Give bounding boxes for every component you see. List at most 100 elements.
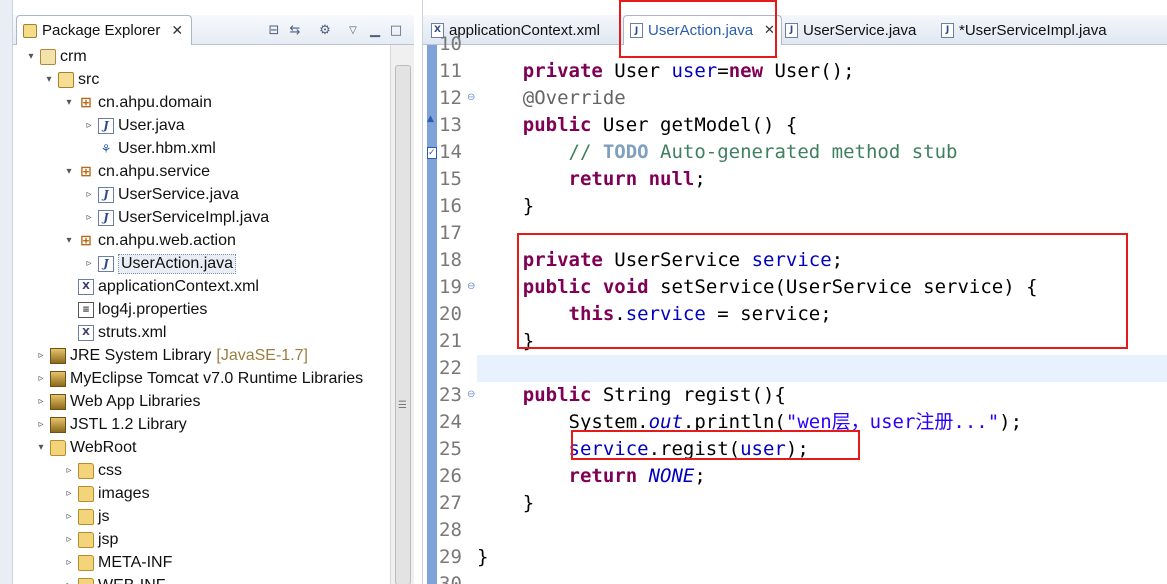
- project-icon: [40, 48, 56, 65]
- task-marker-icon[interactable]: ✓: [427, 147, 437, 159]
- fold-toggle-icon[interactable]: ⊖: [467, 92, 475, 103]
- fold-toggle-icon[interactable]: ⊖: [467, 389, 475, 400]
- tree-item[interactable]: ▹ J User.java: [83, 114, 185, 137]
- maximize-icon[interactable]: □: [386, 20, 406, 40]
- tree-item[interactable]: ▹ css: [63, 459, 122, 482]
- collapse-arrow-icon[interactable]: ▾: [63, 235, 75, 246]
- code-token: System.: [477, 411, 649, 433]
- close-icon[interactable]: ✕: [171, 23, 183, 39]
- code-token: public: [522, 114, 592, 136]
- tree-item[interactable]: ▾ WebRoot: [35, 436, 136, 459]
- expand-arrow-icon[interactable]: ▹: [63, 465, 75, 476]
- editor-tab-label: applicationContext.xml: [449, 21, 600, 39]
- scrollbar-thumb[interactable]: [395, 65, 411, 584]
- java-file-icon: J: [98, 186, 114, 203]
- tab-package-explorer[interactable]: Package Explorer ✕: [16, 15, 193, 45]
- tree-item[interactable]: ▹ WEB-INF: [63, 574, 166, 584]
- expand-arrow-icon[interactable]: ▹: [83, 258, 95, 269]
- tree-item[interactable]: ⚘ User.hbm.xml: [83, 137, 216, 160]
- folder-icon: [78, 531, 94, 548]
- tree-item-label: UserServiceImpl.java: [118, 208, 270, 226]
- line-number-ruler: 10 11 12 13 14 15 16 17 18 19 20 21 22 23 24 25 26 27 28 29…: [437, 33, 477, 584]
- code-token: setService(UserService service) {: [648, 276, 1038, 298]
- library-icon: [50, 416, 66, 433]
- expand-arrow-icon[interactable]: ▹: [83, 120, 95, 131]
- line-number: 15: [439, 168, 462, 190]
- collapse-arrow-icon[interactable]: ▾: [63, 166, 75, 177]
- editor-tab[interactable]: J *UserServiceImpl.java: [935, 15, 1113, 45]
- tree-item[interactable]: ▹ J UserServiceImpl.java: [83, 206, 269, 229]
- fold-toggle-icon[interactable]: ⊖: [467, 281, 475, 292]
- tree-item[interactable]: Xstruts.xml: [63, 321, 166, 344]
- collapse-arrow-icon[interactable]: ▾: [25, 51, 37, 62]
- expand-arrow-icon[interactable]: ▹: [35, 373, 47, 384]
- expand-arrow-icon[interactable]: ▹: [83, 212, 95, 223]
- code-line: }: [477, 328, 534, 355]
- collapse-arrow-icon[interactable]: ▾: [63, 97, 75, 108]
- tree-item[interactable]: ▹ JSTL 1.2 Library: [35, 413, 187, 436]
- filter-icon[interactable]: ⚙: [315, 20, 335, 40]
- tree-item[interactable]: ▾ src: [43, 68, 99, 91]
- override-marker-icon[interactable]: ▲: [427, 114, 437, 126]
- code-token: User();: [763, 60, 855, 82]
- code-token: ;: [831, 249, 844, 271]
- tree-item-label: META-INF: [98, 553, 173, 571]
- link-with-editor-icon[interactable]: ⇆: [285, 20, 305, 40]
- expand-arrow-icon[interactable]: ▹: [63, 488, 75, 499]
- package-explorer-panel: Package Explorer ✕ ⊟ ⇆ ⚙ ▽ ▁ □ ▾ crm ▾ src ▾…: [0, 0, 414, 584]
- explorer-scrollbar[interactable]: ☰: [390, 45, 414, 584]
- tree-item-label: images: [98, 484, 150, 502]
- expand-arrow-icon[interactable]: ▹: [63, 580, 75, 584]
- tree-item-label: MyEclipse Tomcat v7.0 Runtime Libraries: [70, 369, 364, 387]
- collapse-arrow-icon[interactable]: ▾: [35, 442, 47, 453]
- code-line: System.out.println("wen层，user注册...");: [477, 409, 1023, 436]
- tree-item[interactable]: ▹ images: [63, 482, 150, 505]
- expand-arrow-icon[interactable]: ▹: [63, 511, 75, 522]
- expand-arrow-icon[interactable]: ▹: [35, 396, 47, 407]
- expand-arrow-icon[interactable]: ▹: [63, 534, 75, 545]
- collapse-all-icon[interactable]: ⊟: [264, 20, 284, 40]
- expand-arrow-icon[interactable]: ▹: [35, 419, 47, 430]
- code-token: }: [477, 330, 535, 352]
- folder-icon: [50, 439, 66, 456]
- code-token: = service;: [705, 303, 832, 325]
- tree-item[interactable]: ▹ J UserService.java: [83, 183, 239, 206]
- tree-item[interactable]: ▹ JRE System Library [JavaSE-1.7]: [35, 344, 308, 367]
- expand-arrow-icon[interactable]: ▹: [35, 350, 47, 361]
- tree-item[interactable]: ≡ log4j.properties: [63, 298, 207, 321]
- tree-item[interactable]: ▹ MyEclipse Tomcat v7.0 Runtime Libraries: [35, 367, 363, 390]
- line-number: 18: [439, 249, 462, 271]
- code-token: Auto-generated method stub: [648, 141, 958, 163]
- tree-item[interactable]: ▹ J UserAction.java: [83, 252, 237, 275]
- tree-item[interactable]: ▹ jsp: [63, 528, 118, 551]
- tree-item[interactable]: ▹ js: [63, 505, 110, 528]
- view-menu-icon[interactable]: ▽: [343, 20, 363, 40]
- close-icon[interactable]: ✕: [764, 23, 775, 38]
- code-token: ;: [694, 168, 706, 190]
- tree-item[interactable]: XapplicationContext.xml: [63, 275, 259, 298]
- tree-item[interactable]: ▾ ⊞ cn.ahpu.web.action: [63, 229, 235, 252]
- tree-item[interactable]: ▾ crm: [25, 45, 87, 68]
- tree-item[interactable]: ▹ META-INF: [63, 551, 172, 574]
- tree-item[interactable]: ▹ Web App Libraries: [35, 390, 200, 413]
- expand-arrow-icon[interactable]: ▹: [83, 189, 95, 200]
- collapse-arrow-icon[interactable]: ▾: [43, 74, 55, 85]
- tree-item[interactable]: ▾ ⊞ cn.ahpu.service: [63, 160, 210, 183]
- java-file-icon: J: [785, 22, 798, 38]
- package-explorer-title: Package Explorer: [42, 22, 161, 39]
- code-line: this.service = service;: [477, 301, 832, 328]
- left-trim-strip: [0, 0, 13, 584]
- editor-tab[interactable]: J UserAction.java ✕: [623, 15, 782, 45]
- editor-tab[interactable]: J UserService.java: [779, 15, 922, 45]
- package-explorer-icon: [23, 23, 37, 38]
- code-token: =: [717, 60, 729, 82]
- code-area[interactable]: private User user=new User(); @Override …: [477, 45, 1167, 584]
- minimize-icon[interactable]: ▁: [365, 20, 385, 40]
- line-number: 30: [439, 573, 462, 584]
- tree-item[interactable]: ▾ ⊞ cn.ahpu.domain: [63, 91, 211, 114]
- code-token: return: [568, 465, 638, 487]
- expand-arrow-icon[interactable]: ▹: [63, 557, 75, 568]
